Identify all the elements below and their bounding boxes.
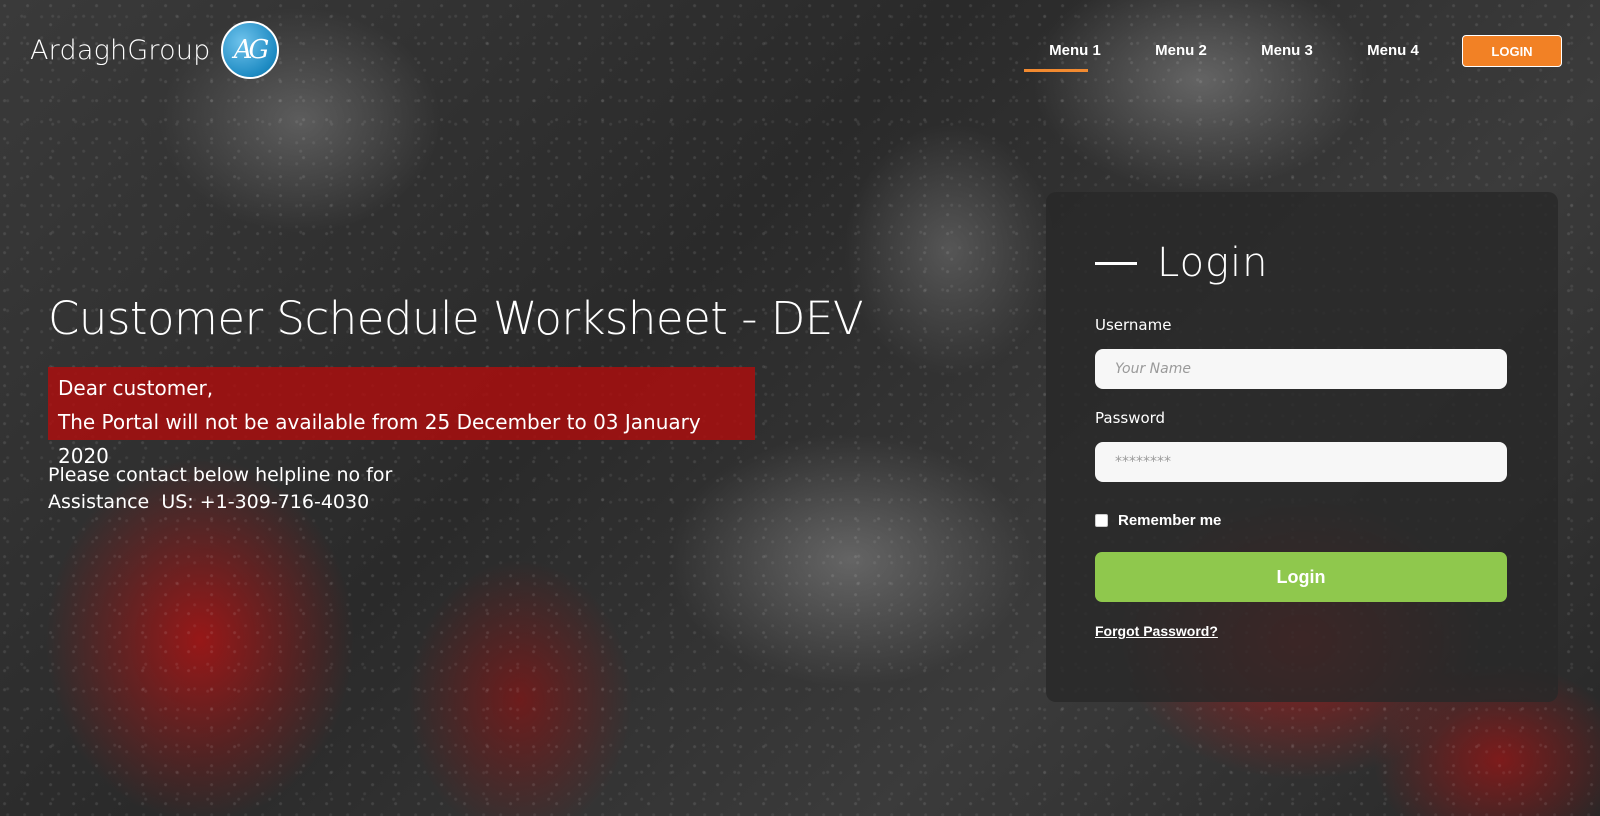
forgot-password-link[interactable]: Forgot Password? (1095, 623, 1218, 639)
notice-greeting: Dear customer, (58, 376, 214, 400)
page-title: Customer Schedule Worksheet - DEV (48, 292, 864, 345)
maintenance-notice: Dear customer, The Portal will not be av… (48, 367, 755, 468)
username-label: Username (1095, 316, 1172, 334)
header: ArdaghGroup AG Menu 1 Menu 2 Menu 3 Menu… (0, 0, 1600, 100)
nav-menu-1[interactable]: Menu 1 (1022, 34, 1128, 72)
main-nav: Menu 1 Menu 2 Menu 3 Menu 4 (1022, 34, 1446, 72)
username-input[interactable] (1095, 349, 1507, 389)
nav-menu-3[interactable]: Menu 3 (1234, 34, 1340, 72)
remember-me: Remember me (1095, 512, 1221, 529)
ardagh-group-logo-icon: AG (220, 21, 279, 79)
nav-menu-4[interactable]: Menu 4 (1340, 34, 1446, 72)
login-panel: Login Username Password Remember me Logi… (1046, 192, 1558, 702)
header-login-button[interactable]: LOGIN (1462, 35, 1562, 67)
password-label: Password (1095, 409, 1166, 427)
dash-icon (1095, 261, 1137, 265)
helpline-number: Assistance US: +1-309-716-4030 (48, 491, 370, 513)
login-heading: Login (1095, 240, 1269, 286)
logo-text: ArdaghGroup (30, 34, 211, 66)
password-input[interactable] (1095, 442, 1507, 482)
login-submit-button[interactable]: Login (1095, 552, 1507, 602)
remember-me-checkbox[interactable] (1095, 514, 1108, 527)
remember-me-label[interactable]: Remember me (1118, 512, 1221, 529)
login-title: Login (1157, 240, 1269, 286)
helpline-text: Please contact below helpline no for (48, 464, 393, 486)
helpline-info: Please contact below helpline no for Ass… (48, 462, 468, 516)
nav-menu-2[interactable]: Menu 2 (1128, 34, 1234, 72)
logo[interactable]: ArdaghGroup AG (30, 18, 279, 82)
